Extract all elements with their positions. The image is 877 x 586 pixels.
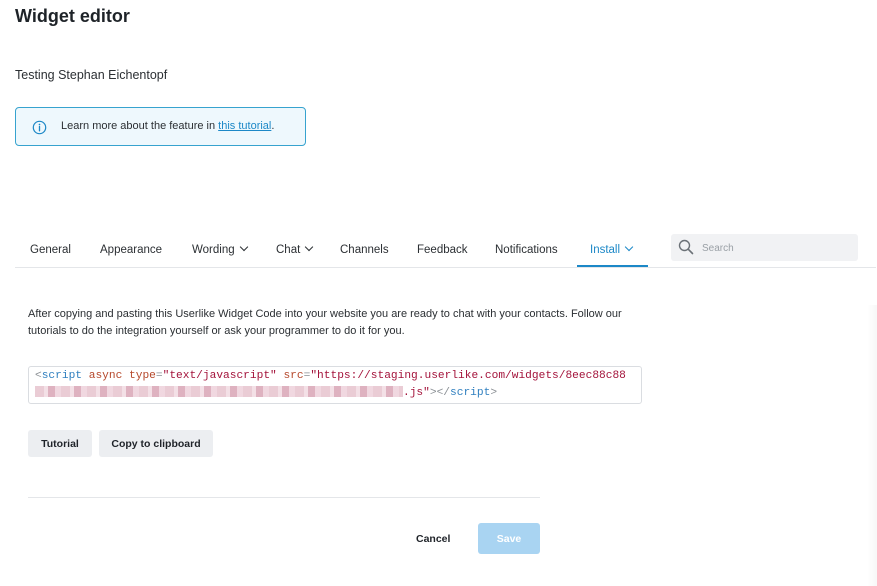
tab-channels[interactable]: Channels [340,244,389,256]
tutorial-link[interactable]: this tutorial [218,120,271,132]
widget-code-snippet[interactable]: <script async type="text/javascript" src… [28,366,642,404]
chevron-down-icon [624,242,634,252]
tab-install[interactable]: Install [590,242,634,256]
chevron-down-icon [239,242,248,252]
tutorial-button[interactable]: Tutorial [28,430,92,457]
tab-chat[interactable]: Chat [276,242,314,256]
cancel-button[interactable]: Cancel [416,533,450,545]
info-text-before: Learn more about the feature in [61,120,219,132]
tab-notifications[interactable]: Notifications [495,244,558,256]
info-circle-icon [32,120,47,135]
tab-wording[interactable]: Wording [192,242,248,256]
tab-appearance[interactable]: Appearance [100,244,162,256]
search-box[interactable] [671,234,858,261]
code-line-2: .js"></script> [35,385,635,402]
panel-edge-shadow [867,305,877,586]
chevron-down-icon [305,242,314,252]
footer-divider [28,497,540,498]
search-icon [678,239,694,255]
install-description: After copying and pasting this Userlike … [28,308,622,337]
copy-to-clipboard-button[interactable]: Copy to clipboard [99,430,213,457]
save-button[interactable]: Save [478,523,540,554]
redacted-widget-key [35,385,403,397]
info-box: Learn more about the feature in this tut… [15,107,306,146]
code-line-1: <script async type="text/javascript" src… [35,370,626,382]
search-input[interactable] [700,239,854,257]
tab-general[interactable]: General [30,244,71,256]
widget-name: Testing Stephan Eichentopf [15,68,168,82]
page-title: Widget editor [15,6,130,26]
tab-feedback[interactable]: Feedback [417,244,468,256]
info-text: Learn more about the feature in this tut… [61,120,274,132]
active-tab-indicator [577,265,648,267]
info-text-after: . [271,120,275,132]
